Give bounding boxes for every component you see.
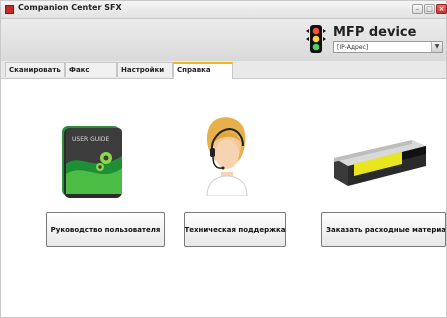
order-supplies-button[interactable]: Заказать расходные материалы xyxy=(321,212,446,247)
user-guide-book-icon: USER GUIDE xyxy=(62,126,122,198)
app-icon xyxy=(5,5,14,14)
tab-settings[interactable]: Настройки xyxy=(117,62,173,77)
tab-scan[interactable]: Сканировать xyxy=(5,62,65,77)
minimize-button[interactable]: – xyxy=(412,4,423,14)
chevron-down-icon[interactable]: ▼ xyxy=(431,42,442,52)
traffic-light-icon xyxy=(306,25,326,53)
ip-address-value: [IP-Адрес] xyxy=(337,44,369,51)
support-operator-icon xyxy=(206,117,248,196)
close-button[interactable]: × xyxy=(436,4,447,14)
help-panel: USER GUIDE Руководство пользователя Техн… xyxy=(1,79,446,317)
tab-help[interactable]: Справка xyxy=(173,62,233,79)
user-manual-button[interactable]: Руководство пользователя xyxy=(46,212,165,247)
toner-cartridge-icon xyxy=(334,140,426,186)
app-window: Companion Center SFX – □ × MFP device [I… xyxy=(0,0,447,318)
ip-address-select[interactable]: [IP-Адрес] ▼ xyxy=(333,41,443,53)
window-title: Companion Center SFX xyxy=(18,3,122,12)
tab-fax[interactable]: Факс xyxy=(65,62,117,77)
maximize-button[interactable]: □ xyxy=(424,4,435,14)
title-bar[interactable]: Companion Center SFX – □ × xyxy=(1,1,447,19)
tab-bar: Сканировать Факс Настройки Справка xyxy=(1,61,446,79)
book-cover-text: USER GUIDE xyxy=(72,136,109,143)
tech-support-button[interactable]: Техническая поддержка xyxy=(184,212,286,247)
device-title: MFP device xyxy=(333,25,417,40)
